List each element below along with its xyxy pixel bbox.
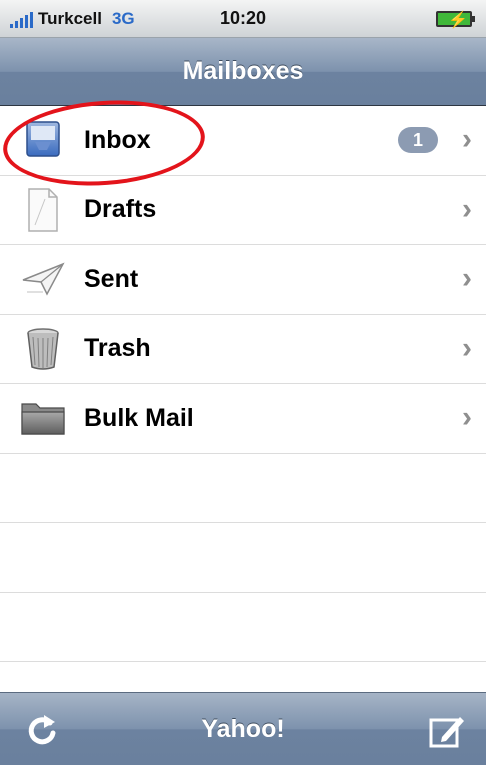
- refresh-icon[interactable]: [22, 711, 62, 751]
- mailbox-list: Inbox 1 › Drafts › Sent › Trash › Bulk M…: [0, 106, 486, 662]
- mailbox-row-sent[interactable]: Sent ›: [0, 245, 486, 315]
- folder-icon: [18, 393, 68, 443]
- mailbox-label: Drafts: [84, 195, 157, 224]
- carrier-name: Turkcell: [38, 8, 102, 28]
- mailbox-row-drafts[interactable]: Drafts ›: [0, 176, 486, 245]
- chevron-right-icon: ›: [462, 400, 472, 434]
- unread-count-badge: 1: [398, 127, 438, 154]
- drafts-icon: [18, 185, 68, 235]
- compose-icon[interactable]: [426, 711, 466, 751]
- chevron-right-icon: ›: [462, 122, 472, 156]
- mailbox-row-inbox[interactable]: Inbox 1 ›: [0, 106, 486, 176]
- bottom-toolbar: Yahoo!: [0, 692, 486, 765]
- mailbox-row-trash[interactable]: Trash ›: [0, 315, 486, 384]
- trash-icon: [18, 324, 68, 374]
- chevron-right-icon: ›: [462, 331, 472, 365]
- battery-charging-icon: ⚡: [436, 11, 475, 29]
- mailbox-label: Trash: [84, 334, 151, 363]
- inbox-icon: [18, 115, 68, 165]
- page-title: Mailboxes: [182, 57, 304, 85]
- status-bar: Turkcell 3G 10:20 ⚡: [0, 0, 486, 38]
- signal-bars-icon: [10, 10, 33, 28]
- navigation-bar: Mailboxes: [0, 38, 486, 106]
- mailbox-label: Inbox: [84, 125, 151, 154]
- mailbox-label: Sent: [84, 264, 139, 293]
- chevron-right-icon: ›: [462, 192, 472, 226]
- empty-row: [0, 454, 486, 523]
- empty-row: [0, 523, 486, 593]
- account-name: Yahoo!: [201, 714, 285, 743]
- mailbox-label: Bulk Mail: [84, 403, 194, 432]
- empty-row: [0, 593, 486, 662]
- chevron-right-icon: ›: [462, 261, 472, 295]
- sent-icon: [18, 254, 68, 304]
- mailbox-row-bulk-mail[interactable]: Bulk Mail ›: [0, 384, 486, 454]
- network-type: 3G: [111, 8, 135, 28]
